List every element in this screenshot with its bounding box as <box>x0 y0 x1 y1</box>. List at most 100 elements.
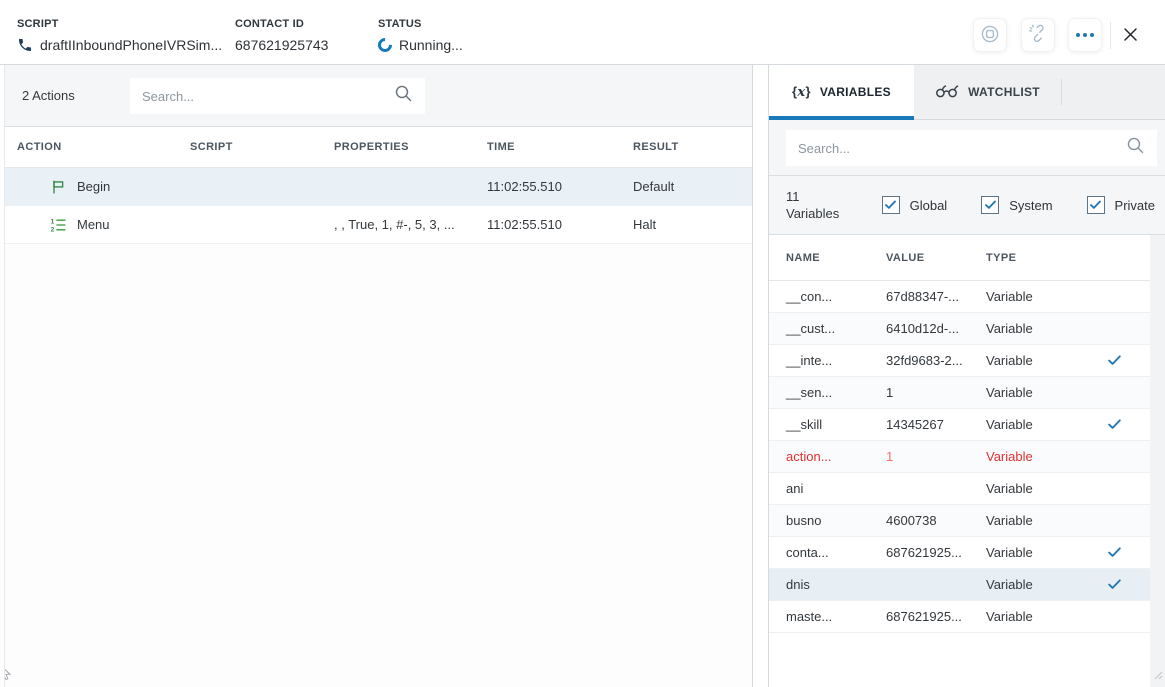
more-options-button[interactable] <box>1068 18 1102 52</box>
variable-type: Variable <box>969 417 1091 432</box>
variable-value: 14345267 <box>869 417 969 432</box>
watch-check-icon <box>1091 419 1150 430</box>
glasses-icon <box>935 84 959 101</box>
variable-row[interactable]: action... 1 Variable <box>769 441 1150 473</box>
tab-bar: {x} VARIABLES WATCHLIST <box>769 65 1165 120</box>
variables-table-body: __con... 67d88347-... Variable __cust...… <box>769 281 1150 633</box>
variable-value: 687621925... <box>869 609 969 624</box>
filter-label: Global <box>910 198 948 213</box>
action-row[interactable]: 12 Menu , , True, 1, #-, 5, 3, ... 11:02… <box>0 206 752 244</box>
checkbox-icon[interactable] <box>882 196 900 214</box>
variable-type: Variable <box>969 481 1091 496</box>
stop-button[interactable] <box>973 18 1007 52</box>
close-button[interactable] <box>1119 25 1141 47</box>
col-value: VALUE <box>869 252 969 264</box>
variable-row[interactable]: maste... 687621925... Variable <box>769 601 1150 633</box>
variable-name: __skill <box>769 417 869 432</box>
variable-value: 67d88347-... <box>869 289 969 304</box>
variable-row[interactable]: ani Variable <box>769 473 1150 505</box>
variable-name: __cust... <box>769 321 869 336</box>
script-field: SCRIPT draftIInboundPhoneIVRSim... <box>17 18 222 53</box>
tab-variables[interactable]: {x} VARIABLES <box>769 65 914 119</box>
running-spinner-icon <box>375 35 395 55</box>
variable-name: busno <box>769 513 869 528</box>
scrollbar-gutter[interactable] <box>1150 235 1165 687</box>
variable-row[interactable]: __cust... 6410d12d-... Variable <box>769 313 1150 345</box>
variables-panel: {x} VARIABLES WATCHLIST <box>768 65 1165 687</box>
script-name: draftIInboundPhoneIVRSim... <box>40 37 222 53</box>
variable-row[interactable]: __inte... 32fd9683-2... Variable <box>769 345 1150 377</box>
variables-search <box>786 130 1157 166</box>
actions-search-input[interactable] <box>142 89 394 104</box>
contact-id-field: CONTACT ID 687621925743 <box>235 18 328 53</box>
variable-row[interactable]: __skill 14345267 Variable <box>769 409 1150 441</box>
col-result: RESULT <box>616 141 752 153</box>
braces-x-icon: {x} <box>792 84 811 100</box>
search-icon[interactable] <box>1126 136 1145 160</box>
action-name: Menu <box>77 217 110 232</box>
phone-icon <box>17 37 33 53</box>
variable-name: __sen... <box>769 385 869 400</box>
variable-type: Variable <box>969 449 1091 464</box>
filter-checkbox[interactable]: Global <box>882 196 948 214</box>
tab-watchlist-label: WATCHLIST <box>968 85 1040 99</box>
variable-type: Variable <box>969 545 1091 560</box>
checkbox-icon[interactable] <box>1087 196 1105 214</box>
col-action: ACTION <box>0 141 173 153</box>
header-divider <box>1110 22 1111 49</box>
variable-name: dnis <box>769 577 869 592</box>
action-result: Default <box>616 179 752 194</box>
variable-filters: Global System Private <box>882 176 1155 234</box>
variable-value: 1 <box>869 449 969 464</box>
variable-type: Variable <box>969 513 1091 528</box>
filter-checkbox[interactable]: System <box>981 196 1052 214</box>
filter-checkbox[interactable]: Private <box>1087 196 1155 214</box>
variable-value: 687621925... <box>869 545 969 560</box>
variable-row[interactable]: conta... 687621925... Variable <box>769 537 1150 569</box>
variable-type: Variable <box>969 609 1091 624</box>
variable-value: 6410d12d-... <box>869 321 969 336</box>
ordered-list-icon: 12 <box>50 217 66 233</box>
resize-grip-icon[interactable] <box>1154 667 1163 685</box>
stop-icon <box>980 24 1000 47</box>
ellipsis-icon <box>1076 33 1094 37</box>
action-properties: , , True, 1, #-, 5, 3, ... <box>317 217 470 232</box>
variable-type: Variable <box>969 321 1091 336</box>
tab-separator <box>1061 79 1062 105</box>
action-time: 11:02:55.510 <box>470 217 616 232</box>
variable-row[interactable]: __sen... 1 Variable <box>769 377 1150 409</box>
checkbox-icon[interactable] <box>981 196 999 214</box>
variable-row[interactable]: dnis Variable <box>769 569 1150 601</box>
col-type: TYPE <box>969 252 1091 264</box>
action-row[interactable]: Begin 11:02:55.510 Default <box>0 168 752 206</box>
filter-label: System <box>1009 198 1052 213</box>
tab-watchlist[interactable]: WATCHLIST <box>914 65 1061 119</box>
variable-name: conta... <box>769 545 869 560</box>
flag-icon <box>50 179 66 195</box>
unlink-button[interactable] <box>1021 18 1055 52</box>
variable-type: Variable <box>969 289 1091 304</box>
unlink-icon <box>1029 24 1048 46</box>
left-gutter <box>0 65 5 687</box>
variables-search-input[interactable] <box>798 141 1126 156</box>
variable-name: maste... <box>769 609 869 624</box>
variable-name: __inte... <box>769 353 869 368</box>
action-result: Halt <box>616 217 752 232</box>
watch-check-icon <box>1091 579 1150 590</box>
col-script: SCRIPT <box>173 141 317 153</box>
tab-variables-label: VARIABLES <box>820 85 891 99</box>
window-header: SCRIPT draftIInboundPhoneIVRSim... CONTA… <box>0 0 1165 65</box>
variable-name: action... <box>769 449 869 464</box>
variable-name: ani <box>769 481 869 496</box>
variables-count: 11 Variables <box>786 188 839 222</box>
search-icon[interactable] <box>394 84 413 108</box>
actions-panel: 2 Actions ACTION SCRIPT PROPERTIES TIME … <box>0 65 753 687</box>
variable-row[interactable]: busno 4600738 Variable <box>769 505 1150 537</box>
watch-check-icon <box>1091 547 1150 558</box>
status-value: Running... <box>399 37 463 53</box>
script-label: SCRIPT <box>17 18 222 30</box>
variable-row[interactable]: __con... 67d88347-... Variable <box>769 281 1150 313</box>
variables-table-header: NAME VALUE TYPE <box>769 235 1150 281</box>
status-label: STATUS <box>378 18 463 30</box>
variables-filter-row: 11 Variables Global System Private <box>769 176 1165 235</box>
